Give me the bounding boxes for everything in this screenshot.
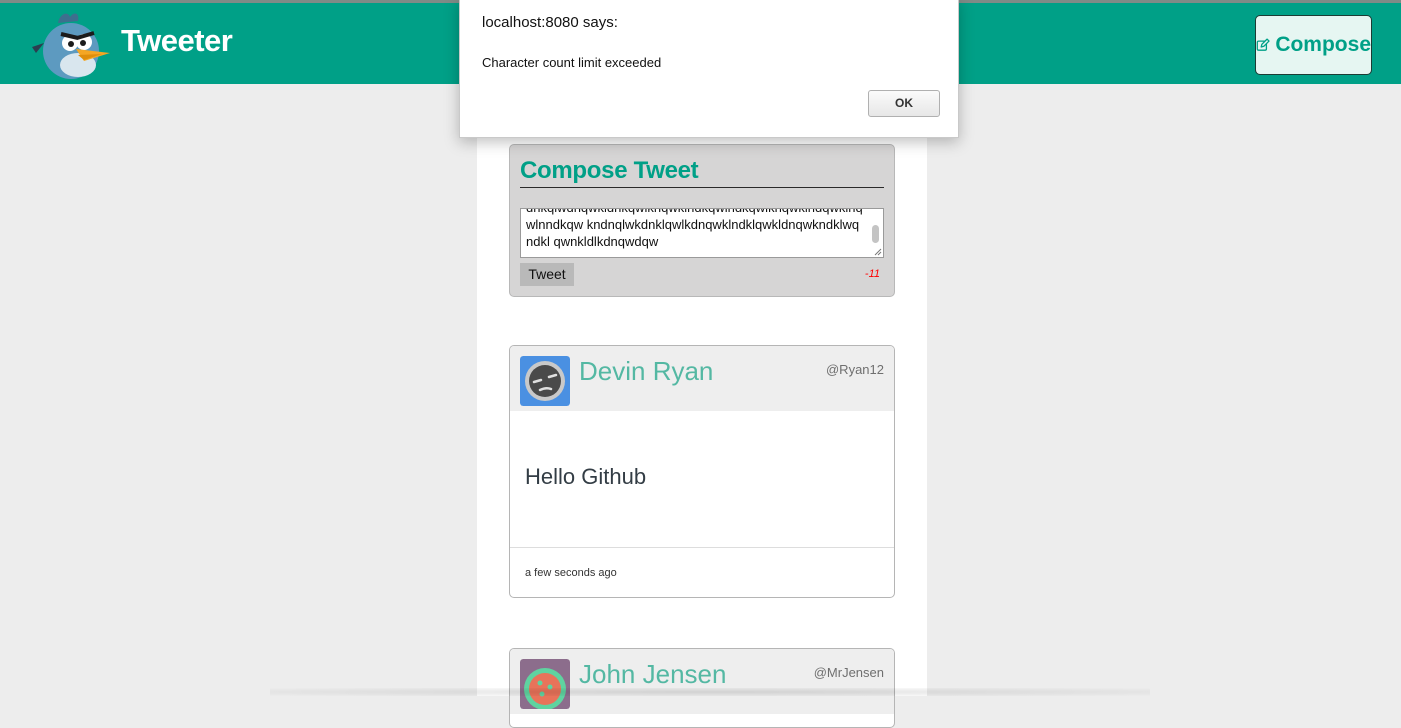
author-name: Devin Ryan: [579, 356, 714, 386]
dialog-title: localhost:8080 says:: [482, 14, 618, 31]
compose-tweet-panel: Compose Tweet dnkqlwdnqwkldnkqwlknqwklnd…: [509, 144, 895, 297]
resize-grip-icon[interactable]: [874, 248, 882, 256]
author-name: John Jensen: [579, 659, 727, 689]
sleepy-face-avatar-icon: [520, 356, 570, 406]
author-handle: @Ryan12: [825, 362, 884, 377]
tweet-header: Devin Ryan @Ryan12: [510, 346, 894, 411]
dialog-message: Character count limit exceeded: [482, 55, 662, 70]
author-handle: @MrJensen: [813, 665, 884, 680]
blue-bird-logo-icon[interactable]: [28, 9, 114, 81]
compose-button-label: Compose: [1275, 33, 1371, 56]
bottom-shadow: [270, 688, 1150, 696]
tweet-timestamp: a few seconds ago: [525, 567, 617, 579]
edit-icon: [1256, 38, 1270, 51]
ok-button[interactable]: OK: [868, 90, 940, 117]
cookie-avatar-icon: [520, 659, 570, 709]
character-counter: -11: [864, 268, 880, 280]
tweet-header: John Jensen @MrJensen: [510, 649, 894, 714]
brand-title[interactable]: Tweeter: [121, 23, 233, 59]
alert-dialog: localhost:8080 says: Character count lim…: [459, 0, 959, 138]
tweet-text-value: dnkqlwdnqwkldnkqwlknqwklndkqwlndkqwlknqw…: [526, 209, 863, 249]
textarea-scrollbar[interactable]: [872, 225, 879, 243]
tweet-card: Devin Ryan @Ryan12 Hello Github a few se…: [509, 345, 895, 598]
compose-button[interactable]: Compose: [1255, 15, 1372, 75]
tweet-button[interactable]: Tweet: [520, 263, 574, 286]
tweet-text-input[interactable]: dnkqlwdnqwkldnkqwlknqwklndkqwlndkqwlknqw…: [520, 208, 884, 258]
tweet-content: Hello Github: [525, 464, 647, 489]
tweet-footer: a few seconds ago: [510, 547, 894, 597]
compose-title: Compose Tweet: [520, 157, 884, 188]
